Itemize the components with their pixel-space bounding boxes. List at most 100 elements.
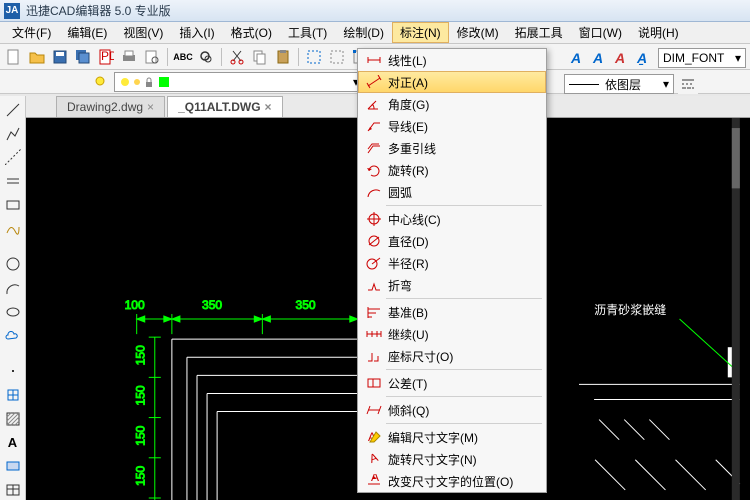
spline-tool-icon[interactable] [3, 219, 23, 239]
menu-item-oblique[interactable]: 倾斜(Q) [358, 399, 546, 421]
menu-5[interactable]: 工具(T) [280, 22, 335, 43]
menu-0[interactable]: 文件(F) [4, 22, 59, 43]
copy-icon[interactable] [250, 47, 270, 67]
cloud-tool-icon[interactable] [3, 326, 23, 346]
deselect-icon[interactable] [327, 47, 347, 67]
paste-icon[interactable] [273, 47, 293, 67]
menu-item-rotate[interactable]: 旋转(R) [358, 159, 546, 181]
text-tool-icon[interactable]: A [3, 433, 23, 453]
menu-item-reposition[interactable]: A改变尺寸文字的位置(O) [358, 470, 546, 492]
menu-9[interactable]: 拓展工具 [507, 22, 571, 43]
text-style-a3-icon[interactable]: A [610, 48, 630, 68]
svg-text:PDF: PDF [101, 49, 114, 63]
text-style-a2-icon[interactable]: A [588, 48, 608, 68]
menu-item-tolerance[interactable]: 公差(T) [358, 372, 546, 394]
menu-item-diameter[interactable]: 直径(D) [358, 230, 546, 252]
menu-item-textedit[interactable]: A编辑尺寸文字(M) [358, 426, 546, 448]
chevron-down-icon: ▾ [663, 77, 669, 91]
save-all-icon[interactable] [73, 47, 93, 67]
linetype-manager-icon[interactable] [678, 74, 698, 94]
menu-4[interactable]: 格式(O) [223, 22, 280, 43]
menu-item-aligned[interactable]: 对正(A) [358, 71, 546, 93]
menu-item-jog[interactable]: 折弯 [358, 274, 546, 296]
menu-item-continue[interactable]: 继续(U) [358, 323, 546, 345]
find-icon[interactable] [196, 47, 216, 67]
select-icon[interactable] [304, 47, 324, 67]
menu-1[interactable]: 编辑(E) [59, 22, 115, 43]
sun-icon [131, 76, 143, 88]
save-icon[interactable] [50, 47, 70, 67]
table-tool-icon[interactable] [3, 480, 23, 500]
pdf-export-icon[interactable]: PDF [96, 47, 116, 67]
arc-icon [364, 184, 384, 200]
dim-350-1: 350 [202, 298, 222, 312]
tab-close-icon[interactable]: × [147, 100, 154, 114]
circle-tool-icon[interactable] [3, 255, 23, 275]
menu-item-rotatetext[interactable]: A旋转尺寸文字(N) [358, 448, 546, 470]
hatch-tool-icon[interactable] [3, 409, 23, 429]
menu-3[interactable]: 插入(I) [171, 22, 222, 43]
tab-close-icon[interactable]: × [265, 100, 272, 114]
chevron-down-icon: ▾ [735, 51, 741, 65]
toolbar-separator [167, 48, 168, 66]
menu-item-linear[interactable]: 线性(L) [358, 49, 546, 71]
layer-color-swatch [159, 77, 169, 87]
menu-item-arc[interactable]: 圆弧 [358, 181, 546, 203]
menu-item-label: 公差(T) [388, 375, 427, 392]
text-style-a4-icon[interactable]: A̱ [632, 48, 652, 68]
cut-icon[interactable] [227, 47, 247, 67]
dim-100: 100 [125, 298, 145, 312]
vdim-4: 150 [134, 466, 148, 486]
app-title: 迅捷CAD编辑器 5.0 专业版 [26, 2, 171, 19]
menu-6[interactable]: 绘制(D) [335, 22, 392, 43]
polyline-tool-icon[interactable] [3, 124, 23, 144]
dim-style-combo[interactable]: DIM_FONT ▾ [658, 48, 746, 68]
bulb-icon [119, 76, 131, 88]
menu-10[interactable]: 窗口(W) [571, 22, 630, 43]
menu-item-center[interactable]: 中心线(C) [358, 208, 546, 230]
dim-style-value: DIM_FONT [663, 51, 724, 65]
arc-tool-icon[interactable] [3, 278, 23, 298]
layer-bulb-icon[interactable] [90, 72, 110, 92]
layer-combo[interactable]: ▾ [114, 72, 364, 92]
document-tab[interactable]: Drawing2.dwg× [56, 96, 165, 117]
spell-check-icon[interactable]: ABC [173, 47, 193, 67]
construction-line-icon[interactable] [3, 148, 23, 168]
menu-item-radius[interactable]: 半径(R) [358, 252, 546, 274]
reposition-icon: A [364, 473, 384, 489]
menu-item-leader[interactable]: 导线(E) [358, 115, 546, 137]
open-file-icon[interactable] [27, 47, 47, 67]
bylayer-combo[interactable]: 依图层 ▾ [564, 74, 674, 94]
new-file-icon[interactable] [4, 47, 24, 67]
menu-item-label: 座标尺寸(O) [388, 348, 453, 365]
center-icon [364, 211, 384, 227]
menu-2[interactable]: 视图(V) [115, 22, 171, 43]
menu-8[interactable]: 修改(M) [449, 22, 507, 43]
line-tool-icon[interactable] [3, 100, 23, 120]
print-preview-icon[interactable] [142, 47, 162, 67]
ellipse-tool-icon[interactable] [3, 302, 23, 322]
rectangle-tool-icon[interactable] [3, 195, 23, 215]
menu-item-angular[interactable]: 角度(G) [358, 93, 546, 115]
diameter-icon [364, 233, 384, 249]
multiline-tool-icon[interactable] [3, 171, 23, 191]
menu-bar: 文件(F)编辑(E)视图(V)插入(I)格式(O)工具(T)绘制(D)标注(N)… [0, 22, 750, 44]
menu-item-label: 中心线(C) [388, 211, 441, 228]
text-style-a1-icon[interactable]: A [566, 48, 586, 68]
menu-item-label: 继续(U) [388, 326, 429, 343]
angular-icon [364, 96, 384, 112]
lock-icon [143, 76, 155, 88]
document-tab[interactable]: _Q11ALT.DWG× [167, 96, 282, 117]
menu-item-baseline[interactable]: 基准(B) [358, 301, 546, 323]
print-icon[interactable] [119, 47, 139, 67]
menu-item-label: 多重引线 [388, 140, 436, 157]
menu-11[interactable]: 说明(H) [630, 22, 687, 43]
point-tool-icon[interactable] [3, 361, 23, 381]
menu-item-label: 编辑尺寸文字(M) [388, 429, 478, 446]
menu-item-mleader[interactable]: 多重引线 [358, 137, 546, 159]
menu-7[interactable]: 标注(N) [392, 22, 449, 43]
region-tool-icon[interactable] [3, 457, 23, 477]
baseline-icon [364, 304, 384, 320]
block-insert-icon[interactable] [3, 385, 23, 405]
menu-item-ordinate[interactable]: 座标尺寸(O) [358, 345, 546, 367]
